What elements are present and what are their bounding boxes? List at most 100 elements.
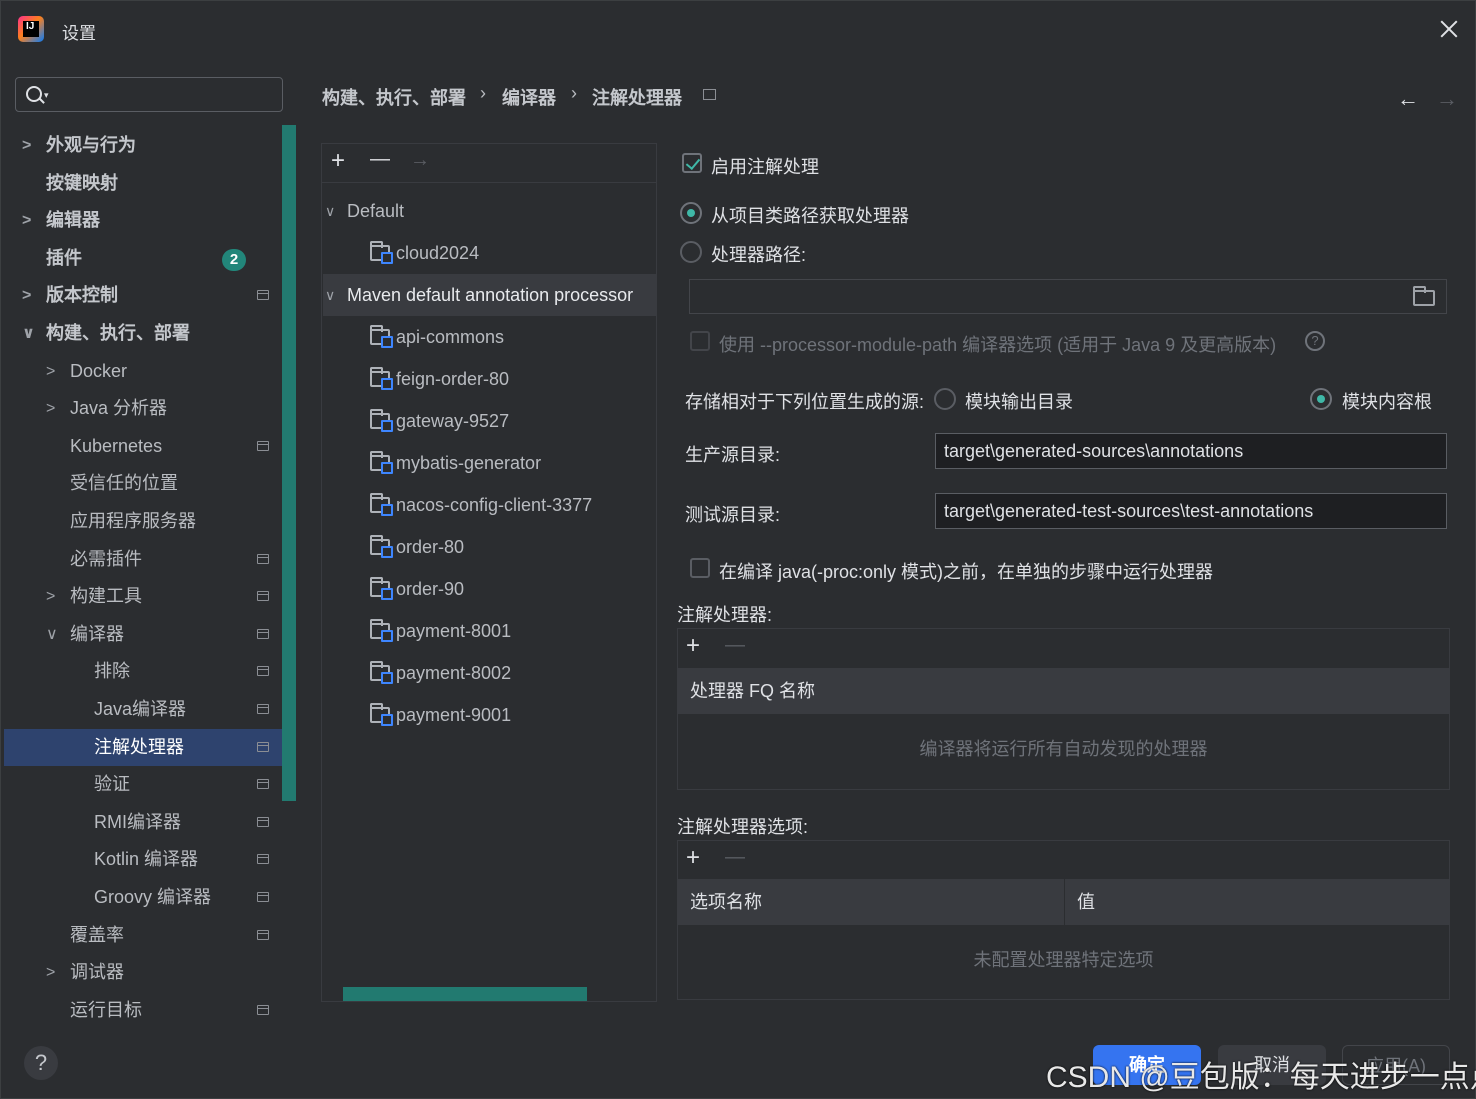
option-name-header[interactable]: 选项名称 <box>678 879 1064 925</box>
sidebar-item[interactable]: > 外观与行为 <box>0 127 270 164</box>
add-processor-icon[interactable]: + <box>686 632 700 660</box>
tree-module-row[interactable]: payment-8002 <box>370 652 511 694</box>
chevron-right-icon[interactable]: > <box>46 954 55 991</box>
test-source-input[interactable]: target\generated-test-sources\test-annot… <box>935 493 1447 529</box>
module-folder-icon <box>370 703 393 726</box>
sidebar-item[interactable]: 注解处理器 <box>4 728 284 766</box>
chevron-down-icon[interactable]: ∨ <box>46 616 58 653</box>
sidebar-item[interactable]: 应用程序服务器 <box>0 503 270 540</box>
chevron-right-icon[interactable]: > <box>46 578 55 615</box>
tree-module-row[interactable]: order-90 <box>370 568 464 610</box>
module-output-radio[interactable] <box>934 388 956 410</box>
chevron-right-icon[interactable]: > <box>22 202 31 239</box>
tree-horizontal-scrollbar[interactable] <box>343 987 587 1001</box>
options-empty-text: 未配置处理器特定选项 <box>973 950 1154 970</box>
tree-module-row[interactable]: api-commons <box>370 316 504 358</box>
help-icon[interactable]: ? <box>1305 331 1325 351</box>
module-folder-icon <box>370 241 393 264</box>
sidebar-item[interactable]: > 构建工具 <box>0 578 270 615</box>
add-icon[interactable]: + <box>331 147 345 175</box>
folder-icon[interactable] <box>1413 286 1435 306</box>
processor-module-path-checkbox[interactable] <box>690 331 710 351</box>
processor-path-radio[interactable] <box>680 241 702 263</box>
sidebar-item[interactable]: > 调试器 <box>0 954 270 991</box>
tree-module-row[interactable]: nacos-config-client-3377 <box>370 484 592 526</box>
tree-module-row[interactable]: feign-order-80 <box>370 358 509 400</box>
module-folder-icon <box>370 535 393 558</box>
search-input[interactable]: ▾ <box>15 77 283 112</box>
sidebar-item-label: 编辑器 <box>46 210 100 231</box>
sidebar-item[interactable]: > 版本控制 <box>0 277 270 314</box>
add-option-icon[interactable]: + <box>686 844 700 872</box>
watermark-text: CSDN @豆包版：每天进步一点点 <box>1046 1061 1476 1094</box>
chevron-down-icon[interactable]: ∨ <box>325 190 335 232</box>
module-folder-icon <box>370 493 393 516</box>
project-level-icon <box>257 929 269 940</box>
tree-group-row[interactable]: ∨ Default <box>323 190 656 232</box>
tree-module-row[interactable]: order-80 <box>370 526 464 568</box>
breadcrumb-item-compiler[interactable]: 编译器 <box>502 84 556 110</box>
run-separately-checkbox[interactable] <box>690 558 710 578</box>
production-source-input[interactable]: target\generated-sources\annotations <box>935 433 1447 469</box>
from-classpath-radio[interactable] <box>680 202 702 224</box>
chevron-right-icon[interactable]: > <box>46 390 55 427</box>
processors-section-label: 注解处理器: <box>677 605 773 625</box>
tree-module-row[interactable]: gateway-9527 <box>370 400 509 442</box>
processor-path-field[interactable] <box>689 279 1447 314</box>
production-source-label: 生产源目录: <box>685 445 781 465</box>
close-icon[interactable] <box>1438 18 1460 40</box>
module-content-root-radio[interactable] <box>1310 388 1332 410</box>
sidebar-item[interactable]: > 编辑器 <box>0 202 270 239</box>
help-button[interactable]: ? <box>24 1046 58 1080</box>
sidebar-item-label: 插件 <box>46 247 82 268</box>
sidebar-item-label: 必需插件 <box>70 548 142 569</box>
back-arrow-icon[interactable]: ← <box>1397 86 1419 112</box>
sidebar-item[interactable]: RMI编译器 <box>0 804 270 841</box>
chevron-right-icon[interactable]: > <box>22 127 31 164</box>
tree-group-row[interactable]: ∨ Maven default annotation processor <box>323 274 656 316</box>
remove-option-icon[interactable]: — <box>725 846 745 869</box>
tree-group-label: Maven default annotation processor <box>347 285 634 305</box>
remove-processor-icon[interactable]: — <box>725 634 745 657</box>
options-section-label: 注解处理器选项: <box>677 817 809 837</box>
tree-module-row[interactable]: payment-8001 <box>370 610 511 652</box>
processor-fq-name-header[interactable]: 处理器 FQ 名称 <box>678 668 1449 714</box>
chevron-down-icon[interactable]: ∨ <box>22 315 35 352</box>
enable-annotation-checkbox[interactable] <box>682 153 702 173</box>
option-value-header[interactable]: 值 <box>1064 879 1449 925</box>
sidebar-item[interactable]: 必需插件 <box>0 541 270 578</box>
chevron-right-icon[interactable]: > <box>46 353 55 390</box>
sidebar-item[interactable]: > Java 分析器 <box>0 390 270 427</box>
chevron-down-icon[interactable]: ∨ <box>325 274 335 316</box>
chevron-right-icon[interactable]: > <box>22 277 31 314</box>
sidebar-item[interactable]: 覆盖率 <box>0 917 270 954</box>
tree-module-row[interactable]: mybatis-generator <box>370 442 541 484</box>
sidebar-item[interactable]: Groovy 编译器 <box>0 879 270 916</box>
remove-icon[interactable]: — <box>370 148 390 171</box>
sidebar-item[interactable]: 运行目标 <box>0 992 270 1029</box>
tree-module-label: gateway-9527 <box>396 411 510 431</box>
forward-arrow-icon[interactable]: → <box>1436 86 1458 112</box>
sidebar-item[interactable]: > Docker <box>0 353 270 390</box>
sidebar-item[interactable]: Kubernetes <box>0 428 270 465</box>
sidebar-item[interactable]: 受信任的位置 <box>0 465 270 502</box>
sidebar-item[interactable]: 排除 <box>0 653 270 690</box>
breadcrumb-separator: › <box>571 83 577 103</box>
sidebar-item[interactable]: Kotlin 编译器 <box>0 841 270 878</box>
project-level-icon <box>257 892 269 902</box>
sidebar-scrollbar[interactable] <box>282 125 296 801</box>
sidebar-item[interactable]: Java编译器 <box>0 691 270 728</box>
sidebar-item[interactable]: ∨ 构建、执行、部署 <box>0 315 270 352</box>
tree-module-row[interactable]: cloud2024 <box>370 232 479 274</box>
sidebar-item[interactable]: 验证 <box>0 766 270 803</box>
sidebar-item[interactable]: 按键映射 <box>0 165 270 202</box>
sidebar-item[interactable]: 插件 2 <box>0 240 270 277</box>
sidebar-item[interactable]: ∨ 编译器 <box>0 616 270 653</box>
move-to-icon[interactable]: → <box>410 149 430 172</box>
sidebar-item-label: 排除 <box>94 661 130 682</box>
processors-empty-text: 编译器将运行所有自动发现的处理器 <box>919 739 1208 759</box>
window-title: 设置 <box>62 24 96 43</box>
tree-module-row[interactable]: payment-9001 <box>370 694 511 736</box>
project-level-icon <box>257 816 269 827</box>
breadcrumb-item-build[interactable]: 构建、执行、部署 <box>322 84 466 110</box>
